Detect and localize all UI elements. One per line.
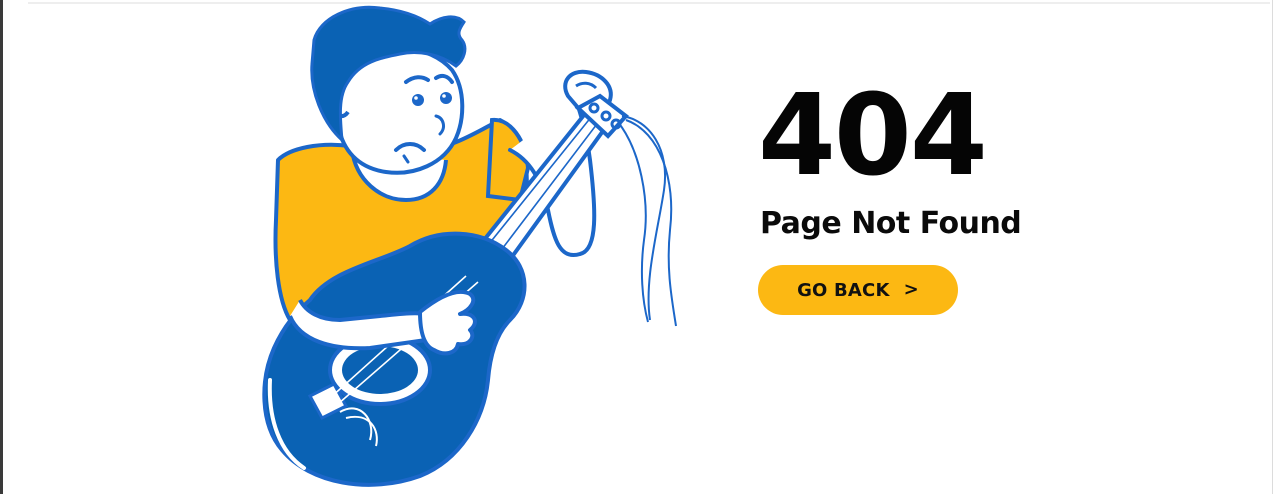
guitar-player-illustration (262, 5, 677, 487)
window-left-edge (0, 0, 3, 494)
scrollbar-track[interactable] (1272, 0, 1288, 494)
broken-strings (617, 115, 677, 327)
go-back-button[interactable]: GO BACK > (758, 265, 958, 315)
chevron-right-icon: > (903, 278, 919, 300)
error-code: 404 (758, 71, 988, 201)
go-back-label: GO BACK (797, 279, 890, 301)
page-title: Page Not Found (760, 206, 1022, 241)
error-content: 404 Page Not Found GO BACK > (758, 80, 1078, 315)
